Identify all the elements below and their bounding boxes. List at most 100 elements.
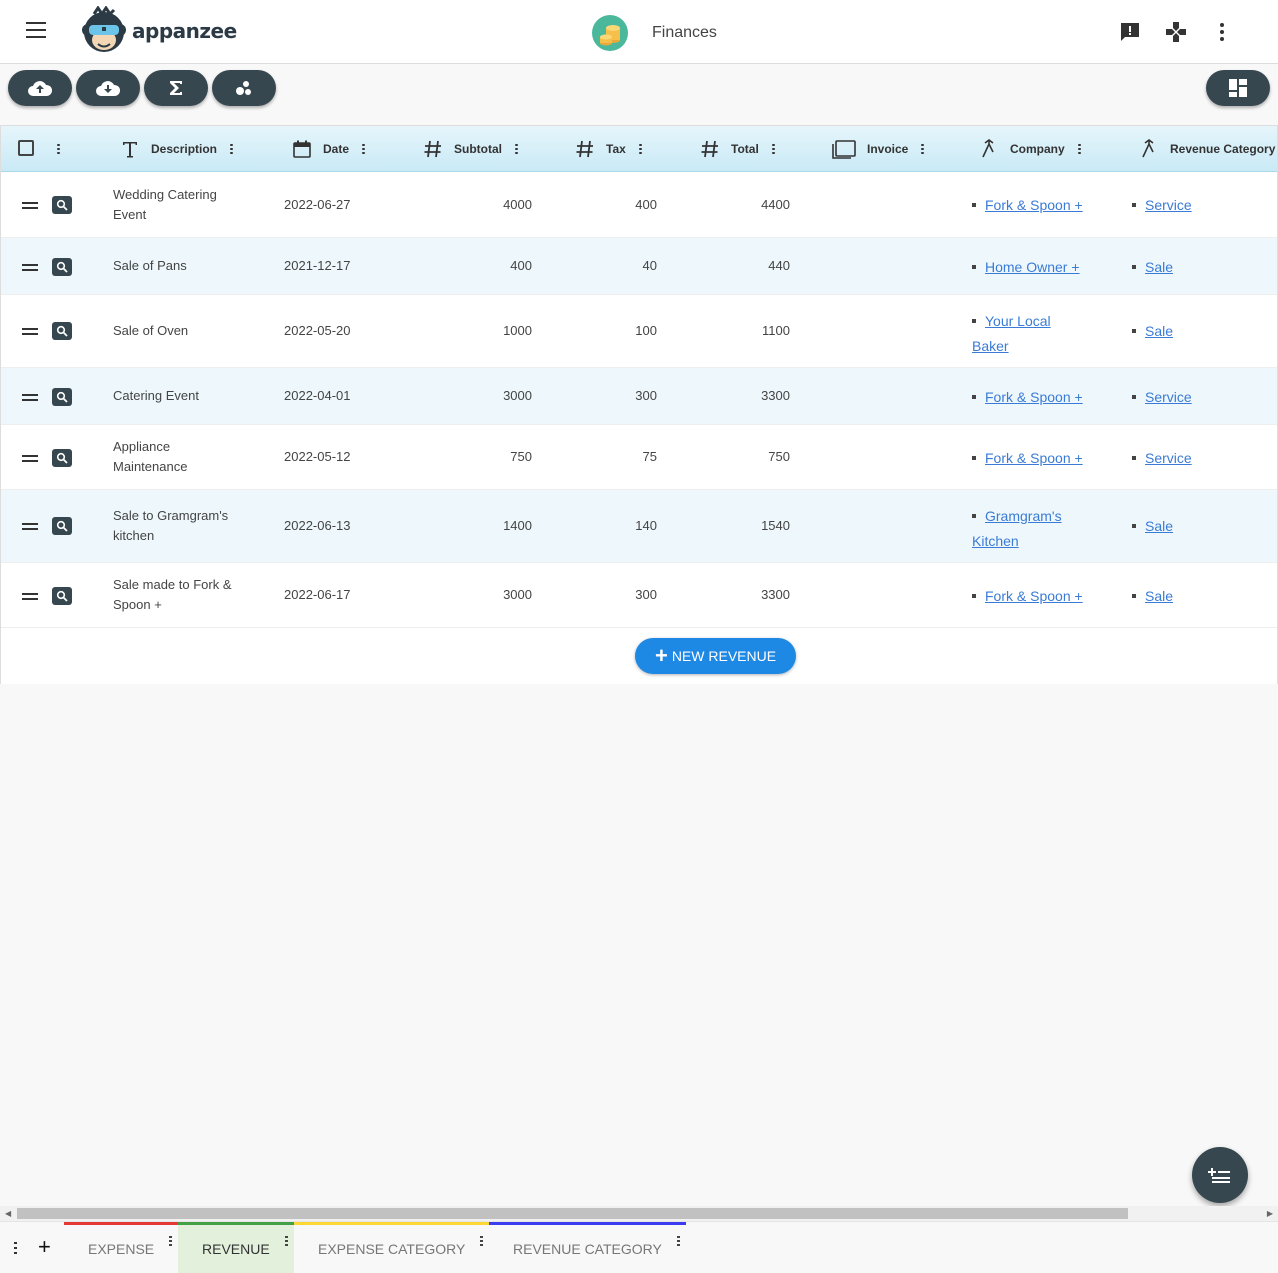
kebab-icon[interactable] <box>921 144 925 154</box>
cell-subtotal[interactable]: 400 <box>421 256 532 276</box>
open-record-icon[interactable] <box>52 517 72 535</box>
tab-menu-icon[interactable] <box>480 1236 483 1246</box>
cell-subtotal[interactable]: 1000 <box>421 321 532 341</box>
scroll-left-arrow-icon[interactable]: ◀ <box>5 1209 11 1218</box>
table-row[interactable]: Sale to Gramgram's kitchen 2022-06-13 14… <box>1 490 1277 563</box>
kebab-icon[interactable] <box>638 144 642 154</box>
column-header-invoice[interactable]: Invoice <box>831 126 925 172</box>
category-link[interactable]: Sale <box>1145 323 1173 339</box>
tab-menu-icon[interactable] <box>677 1236 680 1246</box>
tab-expense-category[interactable]: EXPENSE CATEGORY <box>294 1222 489 1273</box>
kebab-icon[interactable] <box>57 144 60 154</box>
category-link[interactable]: Sale <box>1145 518 1173 534</box>
open-record-icon[interactable] <box>52 196 72 214</box>
cell-subtotal[interactable]: 3000 <box>421 585 532 605</box>
cell-total[interactable]: 1540 <box>691 516 790 536</box>
kebab-icon[interactable] <box>771 144 775 154</box>
cell-subtotal[interactable]: 750 <box>421 447 532 467</box>
cell-tax[interactable]: 100 <box>561 321 657 341</box>
tab-revenue-category[interactable]: REVENUE CATEGORY <box>489 1222 686 1273</box>
open-record-icon[interactable] <box>52 449 72 467</box>
category-link[interactable]: Service <box>1145 450 1192 466</box>
cell-date[interactable]: 2022-04-01 <box>284 386 351 406</box>
cell-total[interactable]: 440 <box>691 256 790 276</box>
company-link[interactable]: Fork & Spoon + <box>985 197 1083 213</box>
cell-description[interactable]: Sale of Oven <box>113 321 253 341</box>
cell-total[interactable]: 3300 <box>691 386 790 406</box>
add-tab-icon[interactable]: + <box>38 1236 51 1258</box>
appanzee-logo[interactable]: appanzee <box>80 6 237 56</box>
cell-date[interactable]: 2021-12-17 <box>284 256 351 276</box>
drag-handle-icon[interactable] <box>22 328 38 335</box>
cell-total[interactable]: 1100 <box>691 321 790 341</box>
table-row[interactable]: Sale made to Fork & Spoon + 2022-06-17 3… <box>1 563 1277 628</box>
company-link[interactable]: Home Owner + <box>985 259 1080 275</box>
tab-menu-icon[interactable] <box>169 1236 172 1246</box>
column-header-company[interactable]: Company <box>978 126 1081 172</box>
table-row[interactable]: Sale of Oven 2022-05-20 1000 100 1100 Yo… <box>1 295 1277 368</box>
table-row[interactable]: Wedding Catering Event 2022-06-27 4000 4… <box>1 172 1277 238</box>
cell-description[interactable]: Sale made to Fork & Spoon + <box>113 575 253 615</box>
cell-tax[interactable]: 300 <box>561 585 657 605</box>
cell-total[interactable]: 4400 <box>691 195 790 215</box>
drag-handle-icon[interactable] <box>22 264 38 271</box>
table-row[interactable]: Sale of Pans 2021-12-17 400 40 440 Home … <box>1 238 1277 295</box>
row-actions-menu[interactable] <box>44 126 60 172</box>
download-button[interactable] <box>76 70 140 106</box>
cell-subtotal[interactable]: 4000 <box>421 195 532 215</box>
table-row[interactable]: Catering Event 2022-04-01 3000 300 3300 … <box>1 368 1277 425</box>
cell-tax[interactable]: 140 <box>561 516 657 536</box>
column-header-description[interactable]: Description <box>119 126 234 172</box>
category-link[interactable]: Sale <box>1145 588 1173 604</box>
menu-icon[interactable] <box>24 22 48 42</box>
column-header-date[interactable]: Date <box>291 126 366 172</box>
cell-description[interactable]: Catering Event <box>113 386 253 406</box>
drag-handle-icon[interactable] <box>22 455 38 462</box>
cell-tax[interactable]: 300 <box>561 386 657 406</box>
scrollbar-thumb[interactable] <box>17 1208 1128 1219</box>
scroll-right-arrow-icon[interactable]: ▶ <box>1267 1209 1273 1218</box>
column-header-total[interactable]: Total <box>699 126 775 172</box>
column-header-revenue-category[interactable]: Revenue Category <box>1138 126 1275 172</box>
open-record-icon[interactable] <box>52 258 72 276</box>
new-revenue-button[interactable]: + NEW REVENUE <box>635 638 796 674</box>
kebab-icon[interactable] <box>362 144 366 154</box>
open-record-icon[interactable] <box>52 587 72 605</box>
cell-date[interactable]: 2022-06-17 <box>284 585 351 605</box>
kebab-icon[interactable] <box>1077 144 1081 154</box>
cell-tax[interactable]: 400 <box>561 195 657 215</box>
open-record-icon[interactable] <box>52 322 72 340</box>
tab-menu-icon[interactable] <box>285 1236 288 1246</box>
dashboard-layout-button[interactable] <box>1206 70 1270 106</box>
cell-subtotal[interactable]: 1400 <box>421 516 532 536</box>
cell-description[interactable]: Wedding Catering Event <box>113 185 253 225</box>
cell-date[interactable]: 2022-06-27 <box>284 195 351 215</box>
cell-description[interactable]: Appliance Maintenance <box>113 437 233 477</box>
column-header-tax[interactable]: Tax <box>574 126 642 172</box>
company-link[interactable]: Fork & Spoon + <box>985 588 1083 604</box>
cell-subtotal[interactable]: 3000 <box>421 386 532 406</box>
cell-total[interactable]: 750 <box>691 447 790 467</box>
company-link[interactable]: Fork & Spoon + <box>985 450 1083 466</box>
horizontal-scrollbar[interactable]: ◀ ▶ <box>0 1206 1278 1221</box>
cell-total[interactable]: 3300 <box>691 585 790 605</box>
select-all-checkbox[interactable] <box>18 140 34 156</box>
cell-date[interactable]: 2022-06-13 <box>284 516 351 536</box>
cell-tax[interactable]: 40 <box>561 256 657 276</box>
kebab-icon[interactable] <box>230 144 234 154</box>
category-link[interactable]: Sale <box>1145 259 1173 275</box>
cell-tax[interactable]: 75 <box>561 447 657 467</box>
open-record-icon[interactable] <box>52 388 72 406</box>
category-link[interactable]: Service <box>1145 197 1192 213</box>
drag-handle-icon[interactable] <box>22 394 38 401</box>
upload-button[interactable] <box>8 70 72 106</box>
game-controller-icon[interactable] <box>1164 20 1188 44</box>
cell-date[interactable]: 2022-05-20 <box>284 321 351 341</box>
table-row[interactable]: Appliance Maintenance 2022-05-12 750 75 … <box>1 425 1277 490</box>
column-header-subtotal[interactable]: Subtotal <box>422 126 518 172</box>
tabs-menu-icon[interactable] <box>14 1242 17 1254</box>
feedback-icon[interactable] <box>1118 20 1142 44</box>
cell-description[interactable]: Sale to Gramgram's kitchen <box>113 506 253 546</box>
company-link[interactable]: Your Local Baker <box>972 313 1051 354</box>
company-link[interactable]: Gramgram's Kitchen <box>972 508 1062 549</box>
